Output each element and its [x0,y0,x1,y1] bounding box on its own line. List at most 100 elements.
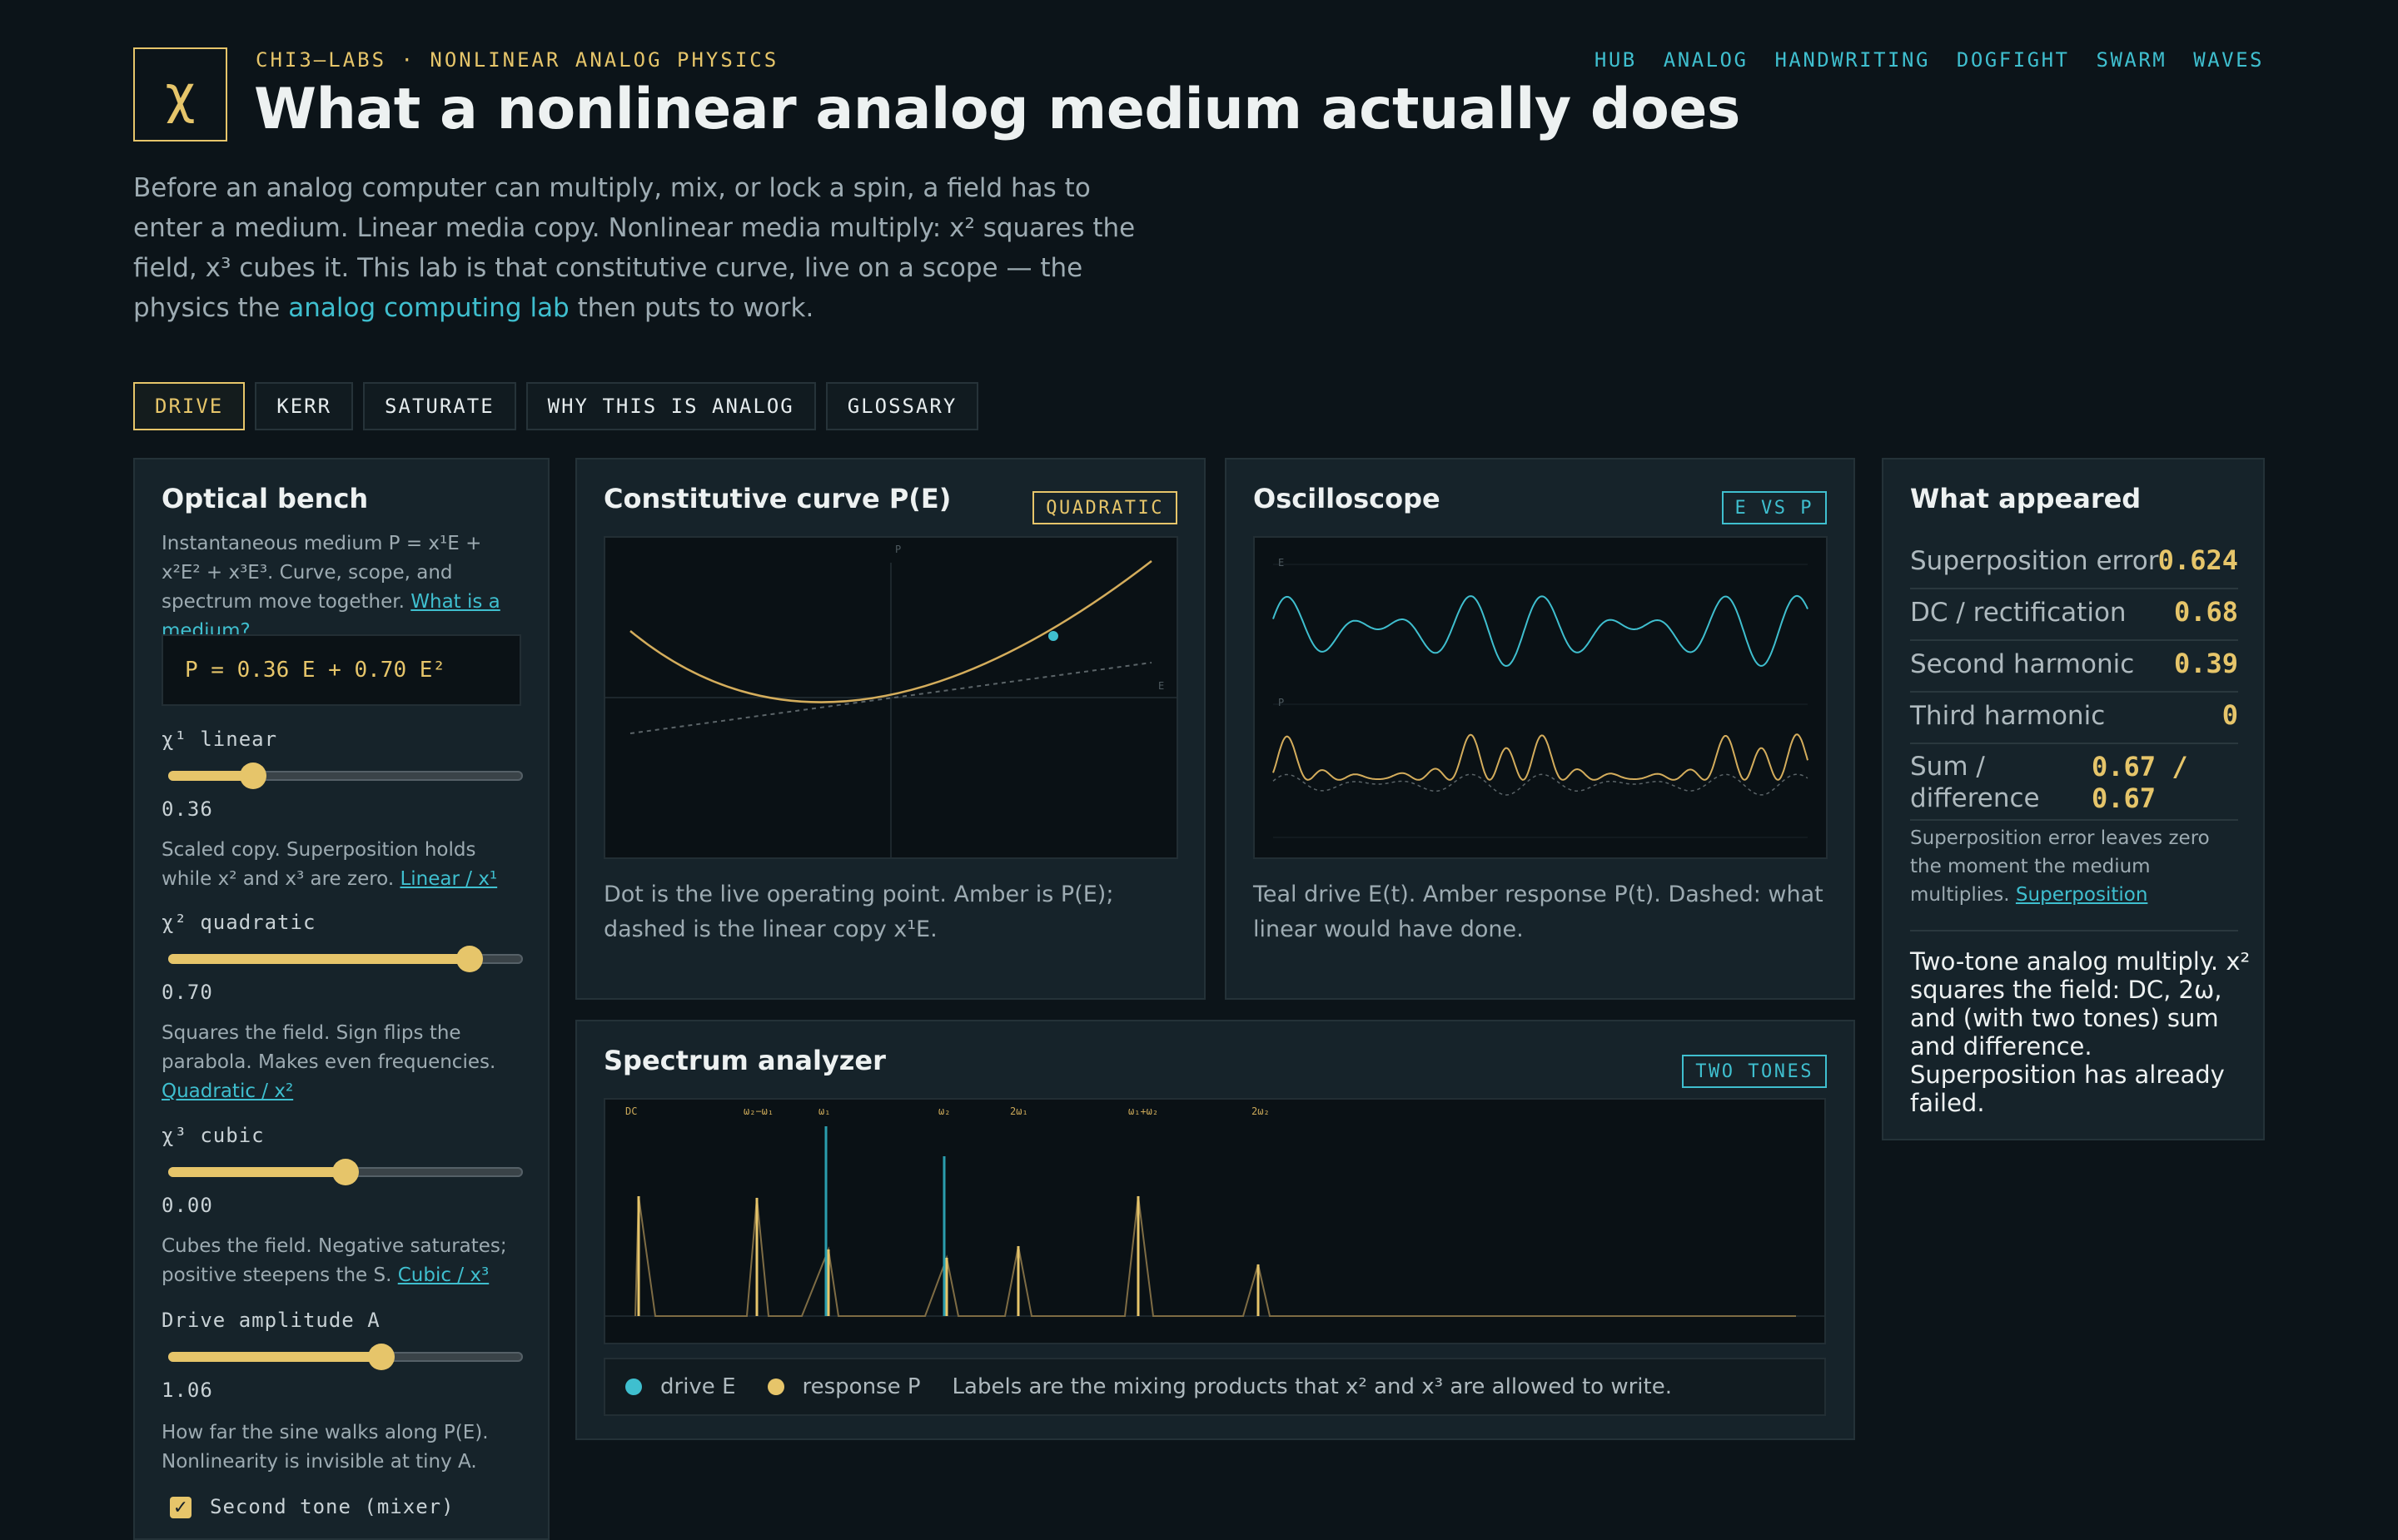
slider-thumb[interactable] [240,763,267,789]
bench-desc: Instantaneous medium P = x¹E + x²E² + x³… [162,529,520,646]
drive-legend-dot [625,1379,642,1395]
tab-saturate[interactable]: SATURATE [363,382,516,430]
tab-bar: DRIVE KERR SATURATE WHY THIS IS ANALOG G… [133,382,979,430]
link-quadratic[interactable]: Quadratic / x² [162,1080,293,1102]
slider-value-chi1: 0.36 [162,797,213,821]
metric-label: Third harmonic [1910,701,2106,731]
slider-chi1[interactable] [168,763,523,789]
help-chi2: Squares the field. Sign flips the parabo… [162,1019,528,1106]
divider [1910,930,2238,931]
scope-svg: E P [1272,557,1808,838]
metric-label: Second harmonic [1910,649,2135,679]
spectrum-legend: drive E response P Labels are the mixing… [604,1358,1826,1416]
metric-label: Superposition error [1910,546,2159,576]
spectrum-plot: DC ω₂−ω₁ ω₁ ω₂ 2ω₁ ω₁+ω₂ 2ω₂ [604,1098,1826,1344]
response-envelope [634,1195,1796,1317]
curve-plot: P E [604,536,1178,859]
response-legend-dot [767,1379,784,1395]
slider-fill [168,1352,381,1362]
slider-thumb[interactable] [332,1159,359,1185]
slider-value-chi3: 0.00 [162,1194,213,1217]
spectrum-panel: Spectrum analyzer TWO TONES DC ω₂−ω₁ ω₁ … [575,1020,1855,1440]
slider-thumb[interactable] [367,1344,395,1370]
what-appeared-panel: What appeared Superposition error 0.624 … [1882,458,2265,1140]
slider-amplitude[interactable] [168,1344,523,1370]
nav-handwriting[interactable]: HANDWRITING [1774,48,1929,72]
intro-link[interactable]: analog computing lab [288,293,570,323]
peak-label-diff: ω₂−ω₁ [744,1105,774,1117]
slider-chi3[interactable] [168,1159,523,1185]
superposition-link[interactable]: Superposition [2016,884,2147,906]
slider-label-amplitude: Drive amplitude A [162,1309,381,1332]
nav-swarm[interactable]: SWARM [2097,48,2167,72]
slider-value-chi2: 0.70 [162,981,213,1004]
nav-hub[interactable]: HUB [1595,48,1637,72]
appeared-note: Superposition error leaves zero the mome… [1910,824,2238,909]
curve-title: Constitutive curve P(E) [604,483,952,514]
appeared-summary: Two-tone analog multiply. x² squares the… [1910,947,2251,1117]
slider-chi2[interactable] [168,946,523,972]
response-peaks [637,1196,1260,1316]
curve-panel: Constitutive curve P(E) QUADRATIC P E Do… [575,458,1206,1000]
p-trace-label: P [1278,697,1284,708]
legend-drive: drive E [660,1374,736,1399]
top-nav: HUB ANALOG HANDWRITING DOGFIGHT SWARM WA… [1595,48,2264,72]
formula-display: P = 0.36 E + 0.70 E² [162,634,521,706]
drive-trace [1272,594,1808,668]
slider-value-amplitude: 1.06 [162,1379,213,1402]
tab-glossary[interactable]: GLOSSARY [825,382,979,430]
drive-peaks [824,1126,946,1316]
peak-label-2w2: 2ω₂ [1251,1105,1270,1117]
metric-value: 0.39 [2173,648,2238,679]
peak-label-sum: ω₁+ω₂ [1128,1105,1158,1117]
peak-label-w2: ω₂ [938,1105,950,1117]
scope-plot: E P [1253,536,1828,859]
nav-waves[interactable]: WAVES [2193,48,2264,72]
tab-drive[interactable]: DRIVE [133,382,246,430]
e-trace-label: E [1278,557,1284,569]
help-amplitude: How far the sine walks along P(E). Nonli… [162,1422,489,1473]
peak-label-w1: ω₁ [818,1105,830,1117]
slider-label-chi1: χ¹ linear [162,728,278,751]
intro: Before an analog computer can multiply, … [133,168,1141,328]
nav-analog[interactable]: ANALOG [1664,48,1749,72]
response-trace [1272,733,1808,781]
bench-title: Optical bench [162,483,369,514]
metric-value: 0.624 [2157,544,2238,576]
help-chi1: Scaled copy. Superposition holds while x… [162,836,528,894]
metric-value: 0 [2221,699,2238,731]
p-axis-label: P [895,544,901,555]
second-tone-checkbox[interactable]: ✓ [170,1497,192,1518]
curve-caption: Dot is the live operating point. Amber i… [604,882,1114,942]
slider-thumb[interactable] [456,946,484,972]
tab-kerr[interactable]: KERR [255,382,354,430]
slider-label-chi3: χ³ cubic [162,1124,265,1147]
metric-label: Sum / difference [1910,752,2040,813]
e-axis-label: E [1158,680,1164,692]
scope-caption: Teal drive E(t). Amber response P(t). Da… [1253,882,1823,942]
metric-value: 0.67 / 0.67 [2092,751,2188,814]
appeared-title: What appeared [1910,483,2142,514]
logo: χ [133,47,227,142]
second-tone-label: Second tone (mixer) [210,1495,455,1518]
spectrum-svg: DC ω₂−ω₁ ω₁ ω₂ 2ω₁ ω₁+ω₂ 2ω₂ [605,1105,1824,1317]
help-text: Squares the field. Sign flips the parabo… [162,1022,496,1073]
metric-superposition-error: Superposition error 0.624 [1910,538,2238,589]
peak-label-dc: DC [625,1105,637,1117]
metric-sum-difference: Sum / difference 0.67 / 0.67 [1910,746,2238,821]
slider-label-chi2: χ² quadratic [162,911,316,934]
legend-response: response P [802,1374,921,1399]
link-linear[interactable]: Linear / x¹ [400,868,497,890]
tab-why-analog[interactable]: WHY THIS IS ANALOG [525,382,816,430]
slider-fill [168,1167,346,1177]
link-cubic[interactable]: Cubic / x³ [398,1264,489,1286]
metric-value: 0.68 [2173,596,2238,628]
curve-badge: QUADRATIC [1032,491,1177,524]
spectrum-badge: TWO TONES [1682,1055,1827,1088]
legend-note: Labels are the mixing products that x² a… [952,1374,1672,1399]
intro-tail: then puts to work. [577,293,814,323]
page-title: What a nonlinear analog medium actually … [254,77,1740,142]
operating-point [1048,631,1058,641]
nav-dogfight[interactable]: DOGFIGHT [1957,48,2070,72]
oscilloscope-panel: Oscilloscope E VS P E P Teal drive E(t).… [1225,458,1855,1000]
